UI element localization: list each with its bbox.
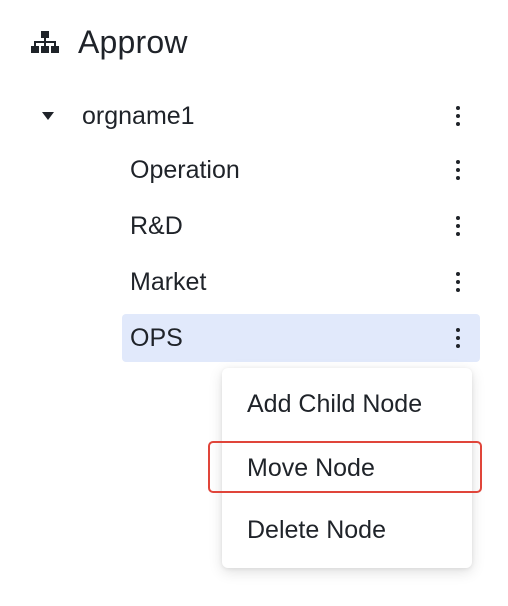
tree-node-market[interactable]: Market [0,258,508,306]
menu-item-delete-node[interactable]: Delete Node [222,502,472,558]
menu-item-label: Add Child Node [247,389,423,418]
tree-node-ops[interactable]: OPS [0,314,508,362]
highlight-annotation [208,441,482,493]
menu-item-label: Delete Node [247,515,386,544]
tree-node-rd[interactable]: R&D [0,202,508,250]
org-chart-icon [30,30,60,54]
more-vertical-icon[interactable] [448,314,468,362]
more-vertical-icon[interactable] [448,202,468,250]
menu-item-add-child-node[interactable]: Add Child Node [222,376,472,432]
app-title: Approw [78,23,188,60]
tree-node-label: orgname1 [82,101,195,130]
tree-node-label: OPS [130,323,183,352]
tree-node-label: Market [130,267,207,296]
tree-node-root[interactable]: orgname1 [0,92,508,140]
tree-node-operation[interactable]: Operation [0,146,508,194]
app-header: Approw [30,22,188,62]
tree-node-label: R&D [130,211,183,240]
more-vertical-icon[interactable] [448,258,468,306]
tree-node-label: Operation [130,155,240,184]
caret-down-icon[interactable] [38,92,58,140]
more-vertical-icon[interactable] [448,146,468,194]
more-vertical-icon[interactable] [448,92,468,140]
